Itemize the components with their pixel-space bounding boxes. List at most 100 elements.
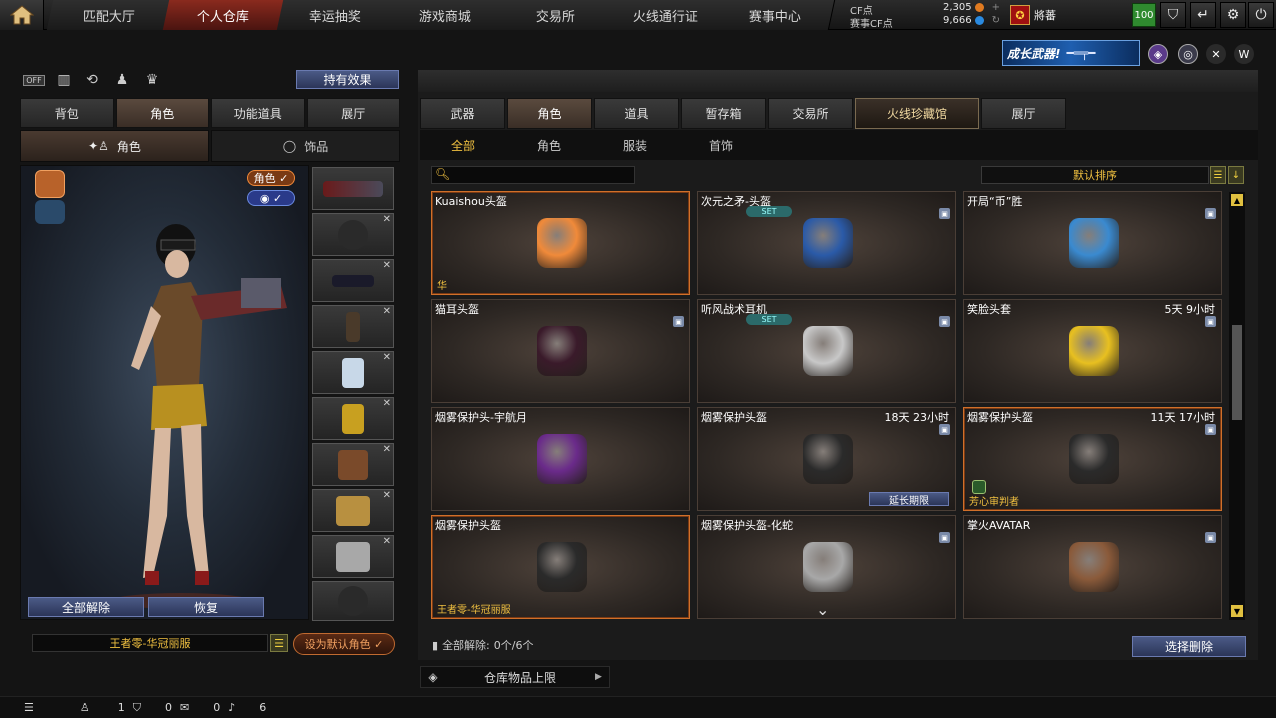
badge-icon[interactable]: ◈ [1148, 44, 1168, 64]
refresh-icon[interactable]: ↻ [992, 15, 1000, 26]
nav-tab-battle-pass[interactable]: 火线通行证 [606, 0, 726, 30]
lock-icon[interactable]: ▣ [1205, 208, 1216, 219]
item-card[interactable]: 烟雾保护头盔 11天 17小时 ▣ 芳心审判者 [963, 407, 1222, 511]
rotate-icon[interactable]: ⟲ [80, 68, 104, 92]
item-card[interactable]: 听风战术耳机 ▣ SET [697, 299, 956, 403]
add-icon[interactable]: + [992, 2, 1000, 13]
home-button[interactable] [0, 0, 44, 30]
slot-radio[interactable]: ✕ [312, 305, 394, 348]
tab-showroom[interactable]: 展厅 [306, 98, 400, 128]
subtab-character[interactable]: ✦♙ 角色 [20, 130, 209, 162]
nav-tab-lucky-draw[interactable]: 幸运抽奖 [276, 0, 396, 30]
grow-weapon-banner[interactable]: 成长武器! ━═╤━ [1002, 40, 1140, 66]
tab-characters[interactable]: 角色 [507, 98, 592, 129]
item-card[interactable]: 笑脸头套 5天 9小时 ▣ [963, 299, 1222, 403]
eye-tag[interactable]: ◉ ✓ [247, 190, 295, 206]
lock-icon[interactable]: ▣ [939, 316, 950, 327]
power-icon[interactable]: ⏻ [1248, 2, 1274, 28]
remove-icon[interactable]: ✕ [383, 306, 391, 317]
remove-icon[interactable]: ✕ [383, 260, 391, 271]
select-delete-button[interactable]: 选择删除 [1132, 636, 1246, 657]
tab-character[interactable]: 角色 [115, 98, 209, 128]
slot-mask[interactable]: ✕ [312, 351, 394, 394]
list-icon[interactable]: ☰ [270, 634, 288, 652]
pose-icon[interactable]: ♟ [110, 68, 134, 92]
preview-mode-icon[interactable] [35, 170, 65, 198]
lock-icon[interactable]: ▣ [939, 424, 950, 435]
level-badge[interactable]: 100 [1132, 3, 1156, 27]
filter-clothing[interactable]: 服装 [592, 137, 678, 154]
nav-tab-events[interactable]: 赛事中心 [716, 0, 836, 30]
sword-icon[interactable]: ✕ [1206, 44, 1226, 64]
scroll-thumb[interactable] [1232, 325, 1242, 420]
role-tag[interactable]: 角色 ✓ [247, 170, 295, 186]
settings-gear-icon[interactable]: ⚙ [1220, 2, 1246, 28]
unequip-all-button[interactable]: 全部解除 [28, 597, 144, 617]
tab-stash[interactable]: 暂存箱 [681, 98, 766, 129]
lock-icon[interactable]: ▣ [1205, 316, 1216, 327]
nav-tab-warehouse[interactable]: 个人仓库 [162, 0, 286, 30]
toggle-off-icon[interactable]: OFF [22, 68, 46, 92]
remove-icon[interactable]: ✕ [383, 444, 391, 455]
back-icon[interactable]: ↵ [1190, 2, 1216, 28]
shield-icon[interactable]: ⛉ [133, 701, 141, 715]
tab-collection[interactable]: 火线珍藏馆 [855, 98, 979, 129]
lock-icon[interactable]: ▣ [939, 532, 950, 543]
item-card[interactable]: 烟雾保护头盔 18天 23小时 ▣ 延长期限 [697, 407, 956, 511]
storage-limit-button[interactable]: ◈ 仓库物品上限 ▶ [420, 666, 610, 688]
item-card[interactable]: 次元之矛-头盔 ▣ SET [697, 191, 956, 295]
remove-icon[interactable]: ✕ [383, 214, 391, 225]
restore-button[interactable]: 恢复 [148, 597, 264, 617]
tab-function-items[interactable]: 功能道具 [211, 98, 305, 128]
lock-icon[interactable]: ▣ [1205, 532, 1216, 543]
bag-icon[interactable]: ♛ [140, 68, 164, 92]
scroll-up-icon[interactable]: ▲ [1231, 194, 1243, 206]
filter-all[interactable]: 全部 [420, 137, 506, 154]
lock-icon[interactable]: ▣ [673, 316, 684, 327]
player-rank[interactable]: ✪ 將蕃 [1010, 2, 1100, 28]
vip-shield-icon[interactable]: ⛉ [1160, 2, 1186, 28]
subtab-accessory[interactable]: ◯ 饰品 [211, 130, 400, 162]
chat-icon[interactable]: ✉ [180, 701, 189, 714]
item-card[interactable]: 烟雾保护头-宇航月 [431, 407, 690, 511]
tab-exchange[interactable]: 交易所 [768, 98, 853, 129]
remove-icon[interactable]: ✕ [383, 490, 391, 501]
item-card[interactable]: 开局“币”胜 ▣ [963, 191, 1222, 295]
set-default-character-button[interactable]: 设为默认角色 ✓ [293, 633, 395, 655]
sort-select[interactable]: 默认排序 [981, 166, 1209, 184]
lock-icon[interactable]: ▣ [1205, 424, 1216, 435]
item-card[interactable]: Kuaishou头盔华 [431, 191, 690, 295]
nav-tab-exchange[interactable]: 交易所 [496, 0, 616, 30]
sort-down-icon[interactable]: ↓ [1228, 166, 1244, 184]
friends-icon[interactable]: ♙ [80, 701, 90, 714]
tab-backpack[interactable]: 背包 [20, 98, 114, 128]
remove-icon[interactable]: ✕ [383, 398, 391, 409]
scroll-down-icon[interactable]: ▼ [1231, 605, 1243, 617]
speaker-icon[interactable]: ♪ [228, 701, 235, 714]
tab-items[interactable]: 道具 [594, 98, 679, 129]
chevron-down-icon[interactable]: ⌄ [816, 600, 836, 619]
filter-accessory[interactable]: 首饰 [678, 137, 764, 154]
tab-weapons[interactable]: 武器 [420, 98, 505, 129]
slot-pet-silver[interactable]: ✕ [312, 535, 394, 578]
menu-icon[interactable]: ☰ [24, 701, 34, 714]
slot-armor[interactable]: ✕ [312, 397, 394, 440]
slot-glasses[interactable]: ✕ [312, 259, 394, 302]
slot-empty[interactable] [312, 581, 394, 621]
globe-icon[interactable]: ◎ [1178, 44, 1198, 64]
lock-icon[interactable]: ▣ [939, 208, 950, 219]
item-card[interactable]: 猫耳头盔 ▣ [431, 299, 690, 403]
stats-icon[interactable]: ▥ [52, 68, 76, 92]
character-preview[interactable]: 角色 ✓ ◉ ✓ [20, 165, 309, 620]
slot-helmet[interactable]: ✕ [312, 213, 394, 256]
slot-ammo[interactable]: ✕ [312, 443, 394, 486]
list-view-icon[interactable]: ☰ [1210, 166, 1226, 184]
item-card[interactable]: 掌火AVATAR ▣ [963, 515, 1222, 619]
search-input[interactable] [431, 166, 635, 184]
slot-weapon[interactable] [312, 167, 394, 210]
remove-icon[interactable]: ✕ [383, 352, 391, 363]
item-card[interactable]: 烟雾保护头盔 王者零-华冠丽服 [431, 515, 690, 619]
remove-icon[interactable]: ✕ [383, 536, 391, 547]
preview-mode-alt-icon[interactable] [35, 200, 65, 224]
extend-duration-button[interactable]: 延长期限 [869, 492, 949, 507]
